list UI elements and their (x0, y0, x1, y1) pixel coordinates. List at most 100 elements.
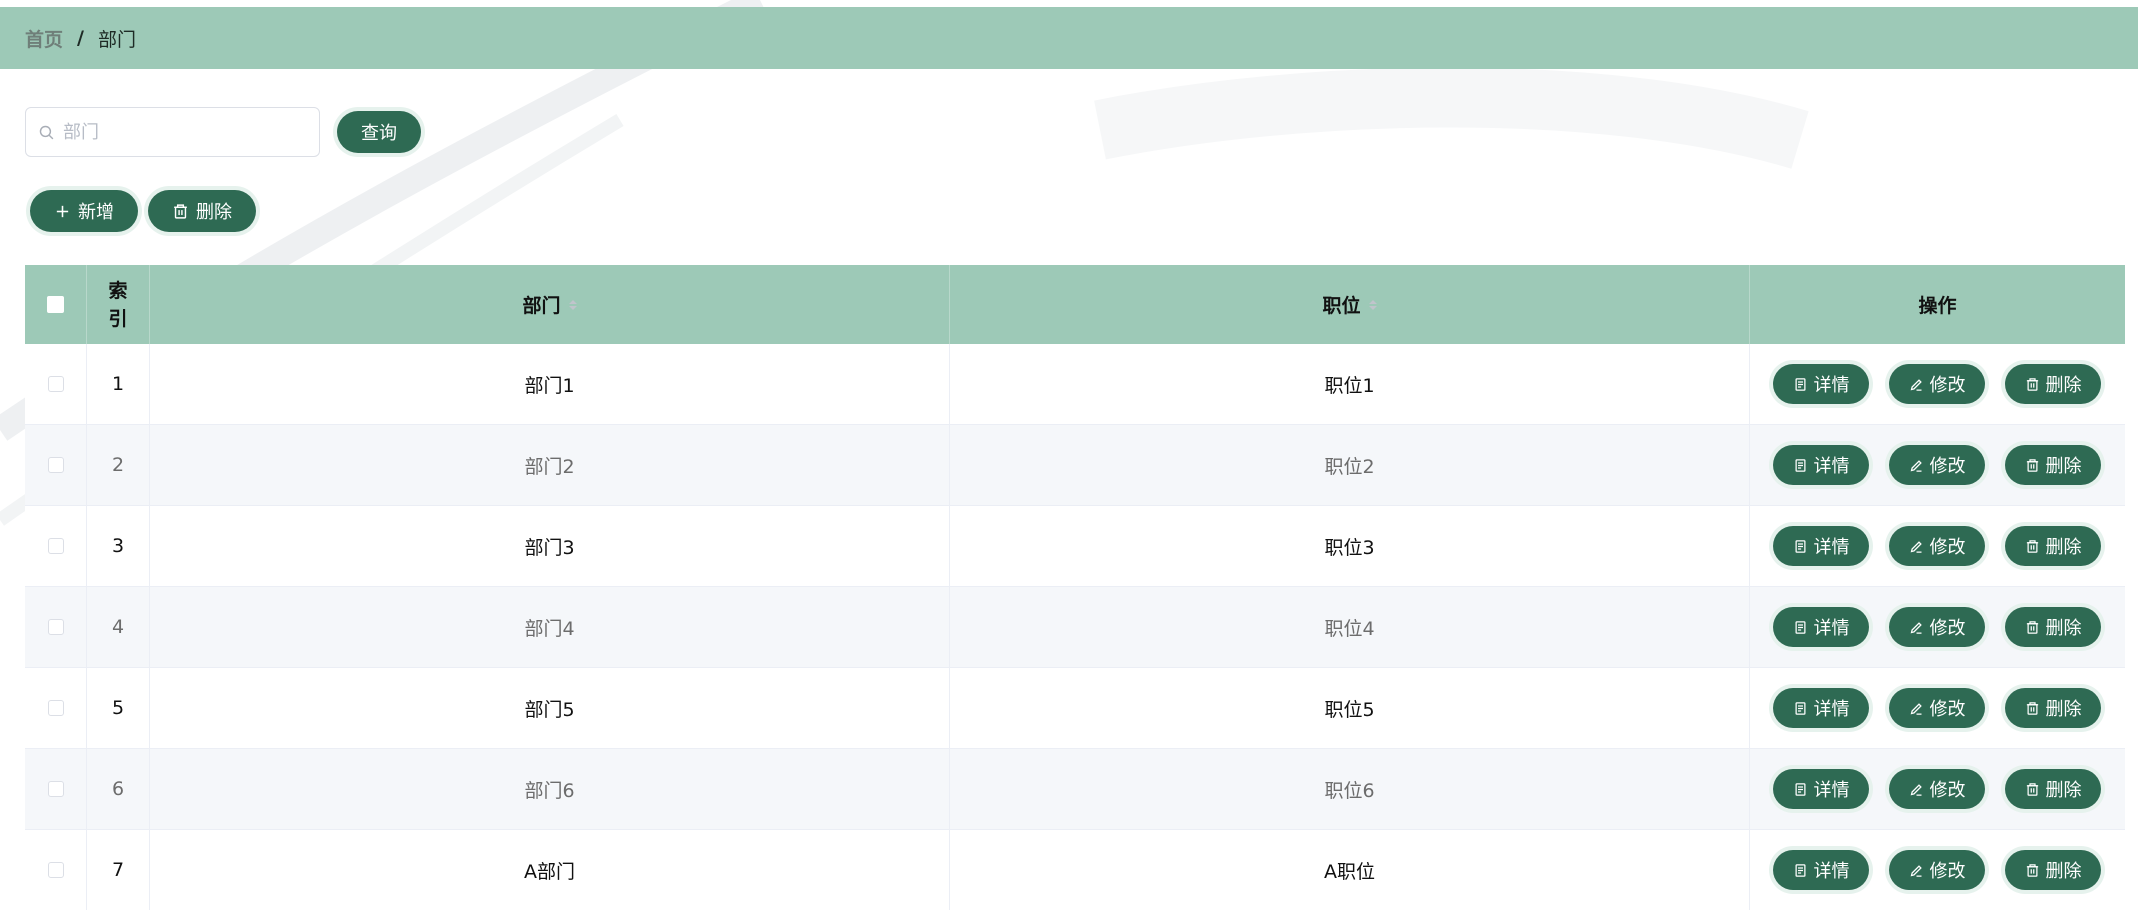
document-icon (1795, 458, 1805, 472)
row-checkbox[interactable] (47, 781, 64, 797)
row-pos-value: 职位4 (1324, 617, 1375, 640)
row-dept: 部门3 (150, 506, 950, 586)
search-field[interactable] (25, 107, 320, 157)
edit-button-label: 修改 (1929, 861, 1966, 882)
document-icon (1795, 620, 1805, 634)
sort-icon[interactable] (1368, 299, 1377, 310)
row-delete-button[interactable]: 删除 (2005, 526, 2101, 566)
row-dept-value: 部门3 (524, 536, 575, 559)
detail-button-label: 详情 (1813, 375, 1850, 396)
edit-button[interactable]: 修改 (1889, 688, 1985, 728)
detail-button[interactable]: 详情 (1773, 526, 1869, 566)
add-button-label: 新增 (78, 202, 114, 223)
row-checkbox[interactable] (47, 538, 64, 554)
table-row: 7 A部门 A职位 详情 修改 删除 (25, 830, 2125, 910)
row-ops: 详情 修改 删除 (1750, 668, 2125, 748)
row-delete-button[interactable]: 删除 (2005, 607, 2101, 647)
pen-icon (1910, 378, 1922, 391)
edit-button[interactable]: 修改 (1889, 364, 1985, 404)
header-pos[interactable]: 职位 (950, 265, 1750, 344)
row-index: 7 (87, 830, 150, 910)
edit-button-label: 修改 (1929, 456, 1966, 477)
header-index: 索 引 (87, 265, 150, 344)
batch-delete-button-label: 删除 (196, 202, 232, 223)
row-pos-value: A职位 (1324, 860, 1375, 883)
detail-button[interactable]: 详情 (1773, 688, 1869, 728)
row-index-value: 6 (111, 778, 125, 800)
table-row: 6 部门6 职位6 详情 修改 删除 (25, 749, 2125, 830)
row-dept-value: 部门4 (524, 617, 575, 640)
search-input[interactable] (63, 121, 293, 143)
detail-button[interactable]: 详情 (1773, 364, 1869, 404)
breadcrumb-home[interactable]: 首页 (25, 25, 63, 52)
detail-button-label: 详情 (1813, 780, 1850, 801)
row-delete-button[interactable]: 删除 (2005, 445, 2101, 485)
select-all-checkbox[interactable] (47, 296, 64, 313)
row-delete-button-label: 删除 (2045, 618, 2082, 639)
detail-button-label: 详情 (1813, 456, 1850, 477)
edit-button[interactable]: 修改 (1889, 445, 1985, 485)
document-icon (1795, 782, 1805, 796)
edit-button[interactable]: 修改 (1889, 850, 1985, 890)
pen-icon (1910, 702, 1922, 715)
row-ops: 详情 修改 删除 (1750, 425, 2125, 505)
row-delete-button[interactable]: 删除 (2005, 688, 2101, 728)
document-icon (1795, 701, 1805, 715)
row-checkbox[interactable] (47, 376, 64, 392)
row-checkbox[interactable] (47, 457, 64, 473)
detail-button[interactable]: 详情 (1773, 607, 1869, 647)
table-row: 1 部门1 职位1 详情 修改 删除 (25, 344, 2125, 425)
row-delete-button[interactable]: 删除 (2005, 850, 2101, 890)
trash-icon (2026, 863, 2038, 877)
detail-button[interactable]: 详情 (1773, 769, 1869, 809)
row-pos: 职位4 (950, 587, 1750, 667)
table-row: 3 部门3 职位3 详情 修改 删除 (25, 506, 2125, 587)
query-button[interactable]: 查询 (337, 111, 421, 153)
row-index-value: 4 (111, 616, 125, 638)
row-checkbox-cell (25, 344, 87, 424)
row-checkbox[interactable] (47, 700, 64, 716)
row-checkbox[interactable] (47, 862, 64, 878)
trash-icon (2026, 377, 2038, 391)
row-delete-button-label: 删除 (2045, 375, 2082, 396)
batch-delete-button[interactable]: 删除 (148, 190, 256, 232)
row-pos: 职位5 (950, 668, 1750, 748)
add-button[interactable]: 新增 (30, 190, 138, 232)
row-index-value: 3 (111, 535, 125, 557)
row-index: 5 (87, 668, 150, 748)
row-delete-button[interactable]: 删除 (2005, 769, 2101, 809)
row-dept: 部门1 (150, 344, 950, 424)
row-index-value: 1 (111, 373, 125, 395)
detail-button[interactable]: 详情 (1773, 850, 1869, 890)
edit-button[interactable]: 修改 (1889, 769, 1985, 809)
row-dept-value: 部门5 (524, 698, 575, 721)
document-icon (1795, 539, 1805, 553)
edit-button[interactable]: 修改 (1889, 607, 1985, 647)
detail-button-label: 详情 (1813, 537, 1850, 558)
pen-icon (1910, 621, 1922, 634)
header-dept[interactable]: 部门 (150, 265, 950, 344)
row-index: 3 (87, 506, 150, 586)
sort-icon[interactable] (568, 299, 577, 310)
edit-button-label: 修改 (1929, 375, 1966, 396)
row-index-value: 5 (111, 697, 125, 719)
row-pos: 职位6 (950, 749, 1750, 829)
table-row: 5 部门5 职位5 详情 修改 删除 (25, 668, 2125, 749)
row-checkbox-cell (25, 668, 87, 748)
header-ops: 操作 (1750, 265, 2125, 344)
row-ops: 详情 修改 删除 (1750, 587, 2125, 667)
row-pos-value: 职位3 (1324, 536, 1375, 559)
row-checkbox-cell (25, 587, 87, 667)
detail-button[interactable]: 详情 (1773, 445, 1869, 485)
row-index: 6 (87, 749, 150, 829)
trash-icon (2026, 782, 2038, 796)
edit-button[interactable]: 修改 (1889, 526, 1985, 566)
row-pos: 职位3 (950, 506, 1750, 586)
header-pos-label: 职位 (1322, 295, 1361, 317)
row-checkbox[interactable] (47, 619, 64, 635)
trash-icon (2026, 701, 2038, 715)
row-delete-button[interactable]: 删除 (2005, 364, 2101, 404)
row-pos: 职位2 (950, 425, 1750, 505)
row-pos-value: 职位6 (1324, 779, 1375, 802)
row-index: 2 (87, 425, 150, 505)
